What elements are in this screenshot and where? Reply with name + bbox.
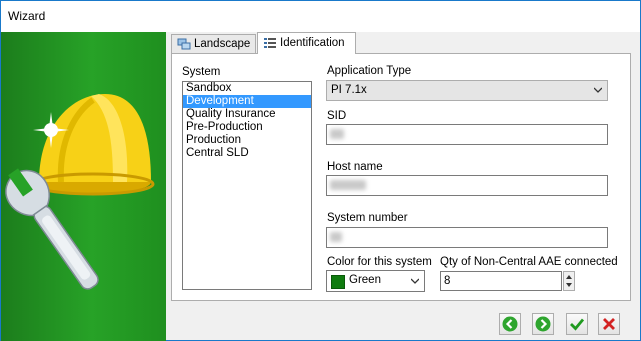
qty-stepper[interactable] [563,271,575,291]
arrow-right-icon [535,316,551,332]
hardhat-wrench-illustration [5,94,155,290]
color-label: Color for this system [327,256,432,268]
host-name-input[interactable] [326,175,608,196]
up-down-arrows-icon [566,275,572,287]
window-title: Wizard [8,9,46,23]
redacted-value [330,129,344,139]
color-select[interactable]: Green [326,270,425,292]
tab-identification[interactable]: Identification [257,32,356,54]
landscape-icon [177,38,191,50]
chevron-down-icon [594,87,602,93]
close-icon [603,318,615,330]
host-name-label: Host name [327,161,383,173]
sid-label: SID [327,110,347,122]
system-number-label: System number [327,212,408,224]
qty-label: Qty of Non-Central AAE connected [440,256,618,268]
title-bar: Wizard [1,1,640,32]
list-item[interactable]: Quality Insurance [183,108,311,121]
redacted-value [330,180,366,190]
ok-button[interactable] [566,313,588,335]
sid-input[interactable] [326,124,608,145]
checkmark-icon [570,318,585,331]
color-value: Green [349,274,381,286]
redacted-value [330,232,342,242]
side-banner [1,32,166,341]
system-label: System [182,66,221,78]
application-type-label: Application Type [327,65,412,77]
tab-label: Landscape [194,38,251,50]
color-swatch [331,275,345,289]
tab-landscape[interactable]: Landscape [171,34,256,53]
system-list[interactable]: Sandbox Development Quality Insurance Pr… [182,81,312,290]
arrow-left-icon [502,316,518,332]
qty-value: 8 [444,275,451,287]
list-item[interactable]: Central SLD [183,147,311,160]
back-button[interactable] [499,313,521,335]
list-item[interactable]: Pre-Production [183,121,311,134]
application-type-select[interactable]: PI 7.1x [326,80,608,101]
cancel-button[interactable] [598,313,620,335]
chevron-down-icon [411,278,419,284]
list-item[interactable]: Sandbox [183,82,311,95]
list-item[interactable]: Development [183,95,311,108]
next-button[interactable] [532,313,554,335]
application-type-value: PI 7.1x [331,84,367,96]
identification-icon [264,38,276,48]
wizard-window: Wizard Landscape Identification System S… [0,0,641,341]
qty-input[interactable]: 8 [440,271,562,291]
system-number-input[interactable] [326,227,608,248]
tab-label: Identification [280,37,345,49]
identification-panel: System Sandbox Development Quality Insur… [171,53,631,301]
list-item[interactable]: Production [183,134,311,147]
